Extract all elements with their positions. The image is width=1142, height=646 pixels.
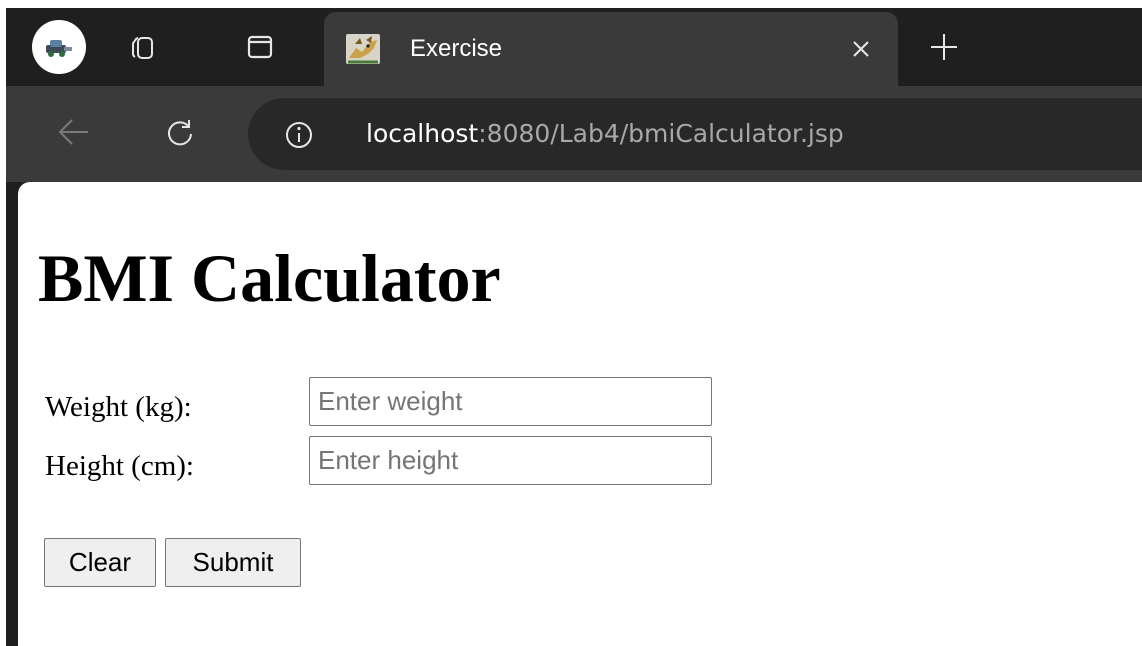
url-host: localhost	[366, 119, 479, 148]
height-label: Height (cm):	[45, 450, 194, 482]
browser-window: Exercise localhost:8080/Lab4/bmiCalculat…	[6, 8, 1142, 646]
clear-button[interactable]: Clear	[44, 538, 156, 587]
back-arrow-icon[interactable]	[50, 108, 98, 156]
tab-exercise[interactable]: Exercise	[324, 12, 898, 86]
tab-title: Exercise	[410, 35, 503, 62]
reload-icon[interactable]	[156, 108, 204, 156]
submit-button[interactable]: Submit	[165, 538, 301, 587]
tab-strip: Exercise	[6, 8, 1142, 86]
vertical-tabs-icon[interactable]	[238, 25, 282, 69]
info-icon[interactable]	[284, 120, 314, 150]
weight-label: Weight (kg):	[45, 391, 192, 423]
url-path: :8080/Lab4/bmiCalculator.jsp	[478, 119, 844, 148]
height-input[interactable]	[309, 436, 712, 485]
tomcat-icon	[346, 34, 380, 64]
tab-collections-icon[interactable]	[120, 25, 164, 69]
close-icon[interactable]	[844, 32, 878, 66]
page-title: BMI Calculator	[38, 240, 501, 316]
plus-icon[interactable]	[922, 25, 966, 69]
page-viewport: BMI Calculator Weight (kg): Height (cm):…	[18, 182, 1142, 646]
profile-avatar-icon[interactable]	[32, 20, 86, 74]
url-text[interactable]: localhost:8080/Lab4/bmiCalculator.jsp	[366, 118, 844, 150]
weight-input[interactable]	[309, 377, 712, 426]
address-bar[interactable]: localhost:8080/Lab4/bmiCalculator.jsp	[248, 98, 1142, 170]
browser-toolbar: localhost:8080/Lab4/bmiCalculator.jsp	[6, 86, 1142, 182]
